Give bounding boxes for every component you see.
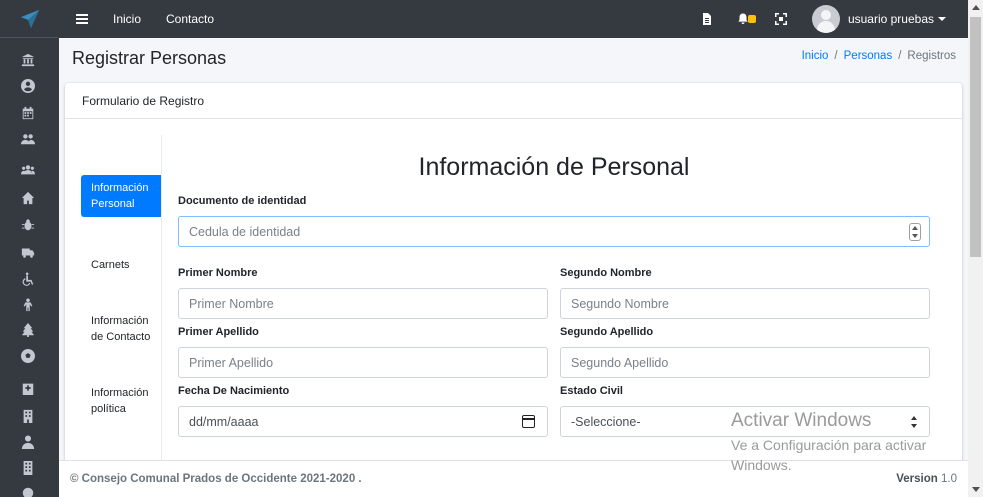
city-icon[interactable]	[19, 459, 37, 477]
documento-label: Documento de identidad	[178, 195, 307, 207]
documento-input[interactable]: Cedula de identidad	[178, 216, 930, 247]
segundo-nombre-placeholder: Segundo Nombre	[571, 297, 669, 311]
estado-civil-label: Estado Civil	[560, 385, 623, 397]
segundo-apellido-input[interactable]: Segundo Apellido	[560, 347, 930, 378]
tab-divider	[161, 135, 162, 463]
scroll-up-icon[interactable]	[972, 5, 980, 10]
bank-icon[interactable]	[19, 51, 37, 69]
building-icon[interactable]	[19, 407, 37, 425]
user-group-icon[interactable]	[19, 161, 37, 179]
form-card: Formulario de Registro Información Perso…	[65, 83, 962, 463]
tree-icon[interactable]	[19, 321, 37, 339]
estado-civil-select[interactable]: -Seleccione-	[560, 406, 930, 437]
primer-nombre-placeholder: Primer Nombre	[189, 297, 274, 311]
segundo-apellido-placeholder: Segundo Apellido	[571, 356, 669, 370]
top-navbar: Inicio Contacto usuario pruebas	[59, 0, 968, 38]
form-title: Información de Personal	[418, 153, 690, 181]
scroll-down-icon[interactable]	[972, 487, 980, 492]
fecha-nacimiento-value: dd/mm/aaaa	[189, 415, 259, 429]
bell-icon[interactable]	[736, 12, 756, 26]
document-icon[interactable]	[700, 12, 714, 26]
estado-civil-value: -Seleccione-	[571, 415, 641, 429]
breadcrumb-separator: /	[898, 50, 902, 62]
tab-informacion-politica[interactable]: Información política	[81, 385, 161, 417]
chevron-down-icon[interactable]	[938, 17, 946, 21]
page-scrollbar[interactable]	[968, 0, 983, 497]
segundo-apellido-label: Segundo Apellido	[560, 326, 654, 338]
user-circle-icon[interactable]	[19, 77, 37, 95]
users-icon[interactable]	[19, 130, 37, 148]
wheelchair-icon[interactable]	[19, 270, 37, 288]
tab-carnets[interactable]: Carnets	[81, 257, 161, 273]
documento-placeholder: Cedula de identidad	[189, 225, 301, 239]
breadcrumb: Inicio / Personas / Registros	[802, 50, 956, 62]
number-spinner-icon[interactable]	[909, 223, 921, 241]
tab-informacion-personal[interactable]: Información Personal	[81, 175, 161, 217]
card-header: Formulario de Registro	[65, 83, 962, 119]
primer-nombre-label: Primer Nombre	[178, 267, 258, 279]
footer-copyright: © Consejo Comunal Prados de Occidente 20…	[70, 473, 362, 485]
select-arrows-icon	[911, 416, 919, 428]
breadcrumb-personas[interactable]: Personas	[844, 50, 893, 62]
segundo-nombre-input[interactable]: Segundo Nombre	[560, 288, 930, 319]
calendar-icon[interactable]	[19, 104, 37, 122]
nav-link-contacto[interactable]: Contacto	[166, 12, 214, 26]
segundo-nombre-label: Segundo Nombre	[560, 267, 652, 279]
breadcrumb-inicio[interactable]: Inicio	[802, 50, 829, 62]
primer-apellido-label: Primer Apellido	[178, 326, 259, 338]
ambulance-icon[interactable]	[19, 243, 37, 261]
version-label: Version	[896, 473, 938, 485]
page-title: Registrar Personas	[72, 48, 227, 68]
scrollbar-thumb[interactable]	[970, 17, 981, 257]
breadcrumb-registros: Registros	[907, 50, 956, 62]
version-number: 1.0	[941, 473, 957, 485]
calendar-picker-icon[interactable]	[522, 415, 535, 428]
notification-badge	[747, 15, 756, 23]
user-menu-label[interactable]: usuario pruebas	[848, 12, 934, 26]
user-icon[interactable]	[19, 433, 37, 451]
hospital-icon[interactable]	[19, 379, 37, 397]
footer-version: Version 1.0	[896, 473, 957, 485]
nav-link-inicio[interactable]: Inicio	[113, 12, 141, 26]
paper-plane-icon	[20, 9, 39, 28]
fecha-nacimiento-label: Fecha De Nacimiento	[178, 385, 290, 397]
brand-logo[interactable]	[0, 0, 59, 38]
sidebar	[0, 0, 59, 497]
avatar[interactable]	[811, 5, 840, 33]
child-icon[interactable]	[19, 296, 37, 314]
menu-toggle-icon[interactable]	[76, 13, 88, 25]
cog-icon[interactable]	[19, 484, 37, 497]
breadcrumb-separator: /	[834, 50, 838, 62]
home-icon[interactable]	[19, 189, 37, 207]
tab-informacion-contacto[interactable]: Información de Contacto	[81, 313, 161, 345]
primer-nombre-input[interactable]: Primer Nombre	[178, 288, 548, 319]
primer-apellido-placeholder: Primer Apellido	[189, 356, 274, 370]
fullscreen-icon[interactable]	[774, 12, 788, 26]
soccer-ball-icon[interactable]	[19, 347, 37, 365]
footer: © Consejo Comunal Prados de Occidente 20…	[59, 460, 968, 497]
primer-apellido-input[interactable]: Primer Apellido	[178, 347, 548, 378]
fecha-nacimiento-input[interactable]: dd/mm/aaaa	[178, 406, 548, 437]
bug-icon[interactable]	[19, 216, 37, 234]
